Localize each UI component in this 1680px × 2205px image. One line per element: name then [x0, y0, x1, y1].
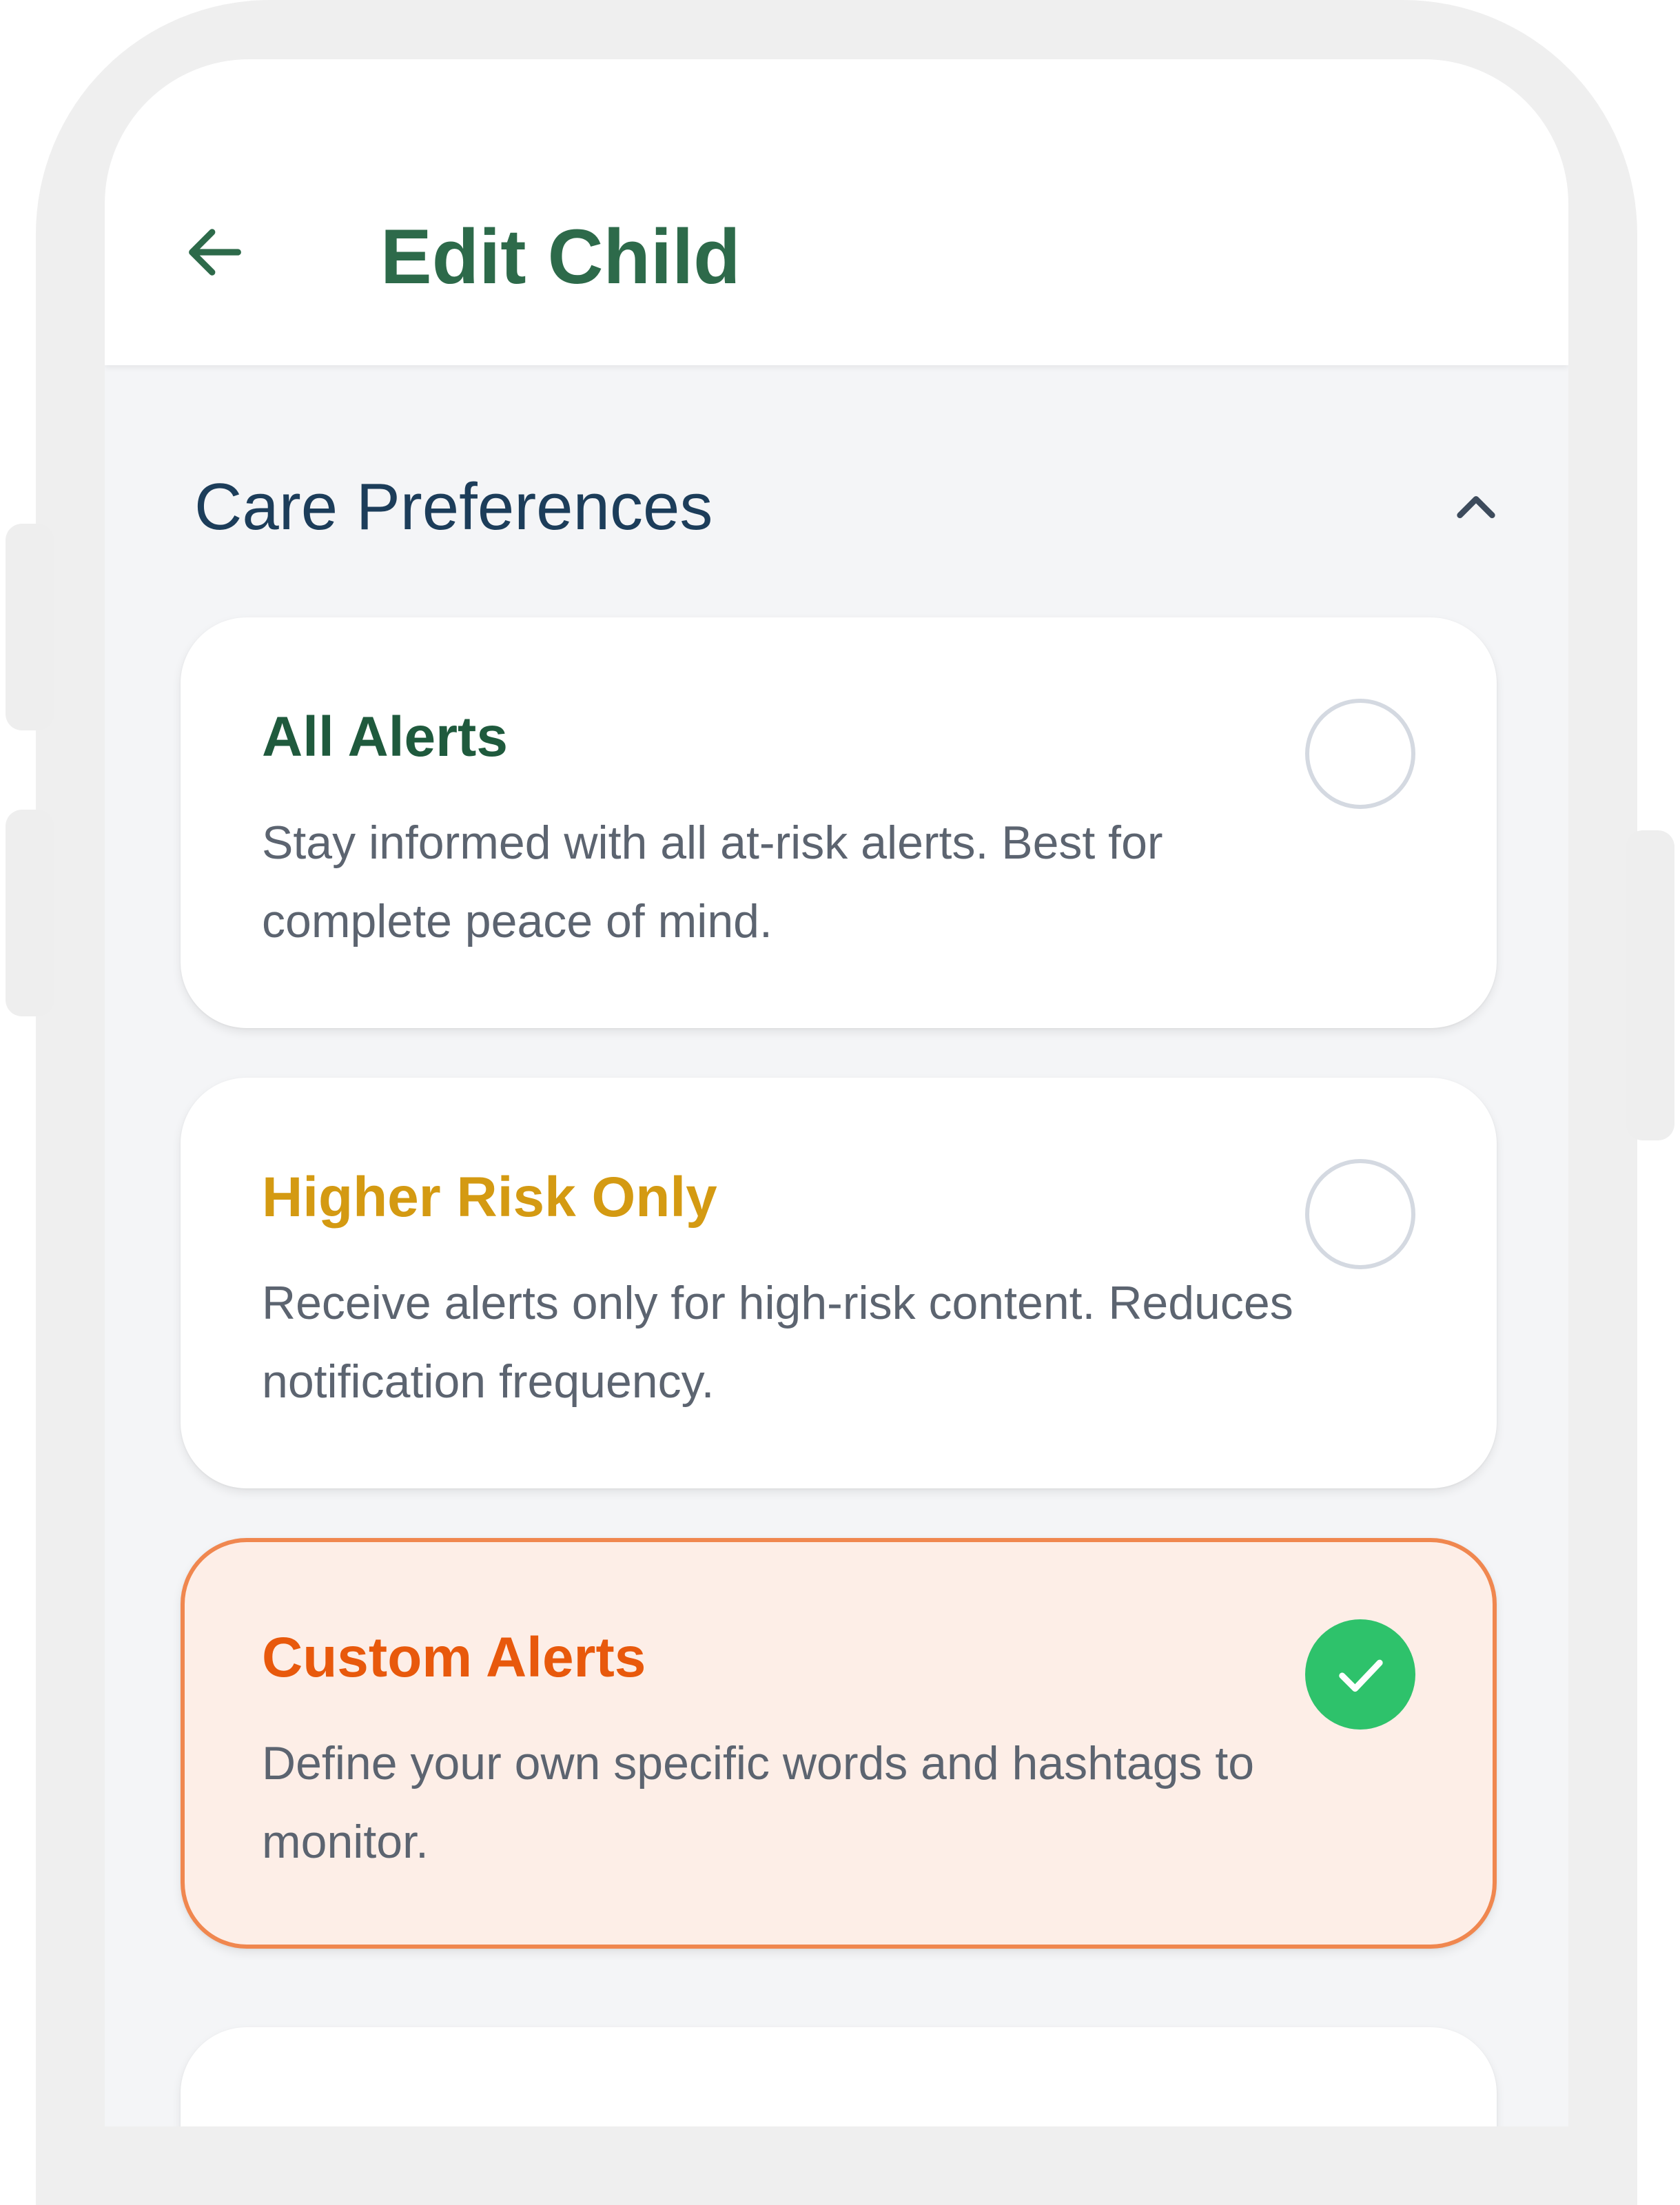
volume-down-button [6, 810, 54, 1016]
app-screen: Edit Child Care Preferences All Alerts S… [105, 59, 1568, 2126]
option-card-custom-alerts[interactable]: Custom Alerts Define your own specific w… [181, 1538, 1497, 1949]
option-card-partial[interactable] [181, 2027, 1497, 2126]
arrow-left-icon [189, 229, 241, 276]
power-button [1626, 830, 1674, 1140]
option-card-all-alerts[interactable]: All Alerts Stay informed with all at-ris… [181, 617, 1497, 1028]
option-description: Stay informed with all at-risk alerts. B… [262, 817, 1163, 947]
option-card-higher-risk-only[interactable]: Higher Risk Only Receive alerts only for… [181, 1078, 1497, 1488]
option-description: Receive alerts only for high-risk conten… [262, 1277, 1293, 1408]
option-description: Define your own specific words and hasht… [262, 1737, 1255, 1868]
back-button[interactable] [174, 211, 256, 294]
care-preferences-header[interactable]: Care Preferences [194, 459, 1495, 555]
radio-unselected[interactable] [1305, 1159, 1415, 1269]
radio-selected[interactable] [1305, 1619, 1415, 1730]
app-bar: Edit Child [105, 59, 1568, 365]
collapse-toggle[interactable] [1435, 466, 1517, 548]
section-title: Care Preferences [194, 470, 713, 544]
radio-unselected[interactable] [1305, 699, 1415, 809]
option-title: All Alerts [262, 706, 508, 768]
checkmark-icon [1339, 1659, 1383, 1692]
page-title: Edit Child [380, 214, 741, 300]
option-title: Higher Risk Only [262, 1166, 717, 1229]
option-title: Custom Alerts [262, 1626, 646, 1689]
volume-up-button [6, 524, 54, 730]
chevron-up-icon [1457, 496, 1495, 518]
